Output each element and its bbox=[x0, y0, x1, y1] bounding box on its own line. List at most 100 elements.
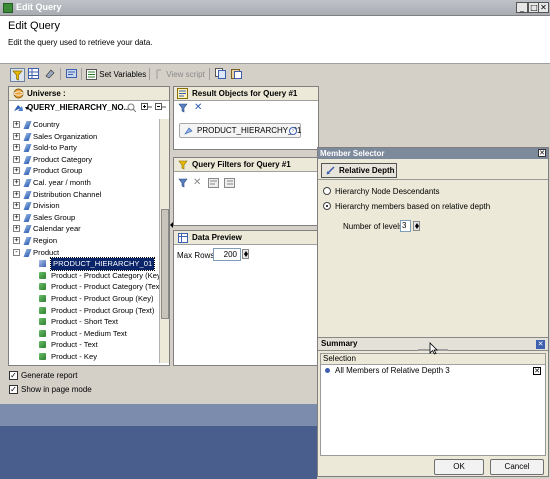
background-band bbox=[0, 404, 317, 426]
member-selector-close-button[interactable]: ✕ bbox=[538, 149, 546, 157]
tree-item[interactable]: Product - Short Text bbox=[9, 316, 159, 328]
tree-item[interactable]: + Sold-to Party bbox=[9, 142, 159, 154]
collapse-all-icon bbox=[155, 103, 166, 110]
tree-item[interactable]: Product - Product Category (Text bbox=[9, 281, 159, 293]
display-mode-button[interactable] bbox=[13, 103, 29, 115]
descendants-label: Hierarchy Node Descendants bbox=[335, 187, 440, 196]
expand-icon[interactable]: + bbox=[13, 213, 20, 221]
dimension-icon bbox=[23, 190, 32, 199]
predefined-filter-button[interactable] bbox=[178, 178, 188, 190]
relative-depth-tab[interactable]: Relative Depth bbox=[321, 163, 397, 178]
member-selector-icon[interactable]: › bbox=[289, 127, 297, 135]
remove-filter-button[interactable]: ✕ bbox=[193, 177, 201, 188]
expand-all-button[interactable] bbox=[141, 103, 152, 114]
view-script-label: View script bbox=[166, 70, 205, 79]
tree-item[interactable]: + Sales Organization bbox=[9, 131, 159, 143]
grid-view-button[interactable] bbox=[28, 68, 39, 82]
tree-item-label: Product Category bbox=[33, 154, 93, 164]
descendants-radio[interactable] bbox=[323, 187, 331, 195]
nested-filter-button[interactable] bbox=[224, 178, 235, 190]
expand-all-icon bbox=[141, 103, 152, 110]
selection-row[interactable]: All Members of Relative Depth 3 ✕ bbox=[321, 365, 545, 377]
hierarchy-icon bbox=[184, 127, 193, 135]
remove-all-objects-button[interactable]: ✕ bbox=[194, 102, 202, 113]
ok-button[interactable]: OK bbox=[434, 459, 484, 475]
expand-icon[interactable]: + bbox=[13, 225, 20, 233]
properties-button[interactable] bbox=[66, 68, 77, 82]
max-rows-label: Max Rows bbox=[177, 251, 215, 260]
max-rows-input[interactable]: 200 bbox=[213, 248, 241, 261]
selection-list: Selection All Members of Relative Depth … bbox=[320, 353, 546, 456]
search-tree-button[interactable] bbox=[127, 103, 137, 114]
show-in-page-mode-checkbox[interactable]: ✓ bbox=[9, 385, 18, 394]
data-preview-panel: Data Preview Max Rows 200 bbox=[173, 230, 319, 366]
tree-item[interactable]: - Product bbox=[9, 247, 159, 259]
expand-icon[interactable]: + bbox=[13, 167, 20, 175]
tree-item[interactable]: + Sales Group bbox=[9, 212, 159, 224]
generate-report-checkbox[interactable]: ✓ bbox=[9, 371, 18, 380]
filter-toggle-button[interactable] bbox=[10, 68, 25, 82]
tree-item-label: Region bbox=[33, 235, 58, 245]
funnel-icon bbox=[12, 70, 23, 81]
tree-item[interactable]: + Distribution Channel bbox=[9, 189, 159, 201]
script-icon bbox=[156, 69, 161, 80]
view-script-button[interactable]: View script bbox=[155, 68, 205, 82]
tree-item[interactable]: PRODUCT_HIERARCHY_01 bbox=[9, 257, 159, 271]
tree-item[interactable]: Product - Product Group (Text) bbox=[9, 305, 159, 317]
toolbar-separator bbox=[60, 68, 61, 80]
copy-query-button[interactable] bbox=[215, 68, 226, 82]
data-preview-title: Data Preview bbox=[192, 233, 242, 242]
number-of-levels-input[interactable]: 3 bbox=[400, 220, 411, 232]
relative-depth-radio[interactable] bbox=[323, 202, 331, 210]
copy-icon bbox=[215, 68, 226, 79]
result-object-chip[interactable]: PRODUCT_HIERARCHY_01 › bbox=[179, 123, 301, 138]
expand-icon[interactable]: + bbox=[13, 132, 20, 140]
tree-item[interactable]: + Calendar year bbox=[9, 223, 159, 235]
tree-item[interactable]: Product - Medium Text bbox=[9, 328, 159, 340]
tree-item-label: Division bbox=[33, 201, 60, 211]
and-or-button[interactable] bbox=[208, 178, 219, 190]
selection-header: Selection bbox=[321, 354, 545, 365]
tree-item[interactable]: + Country bbox=[9, 119, 159, 131]
tree-item[interactable]: + Product Group bbox=[9, 165, 159, 177]
tree-item[interactable]: + Product Category bbox=[9, 154, 159, 166]
expand-icon[interactable]: + bbox=[13, 155, 20, 163]
tree-item[interactable]: Product - Key bbox=[9, 351, 159, 363]
tree-item[interactable]: Product - Text bbox=[9, 339, 159, 351]
attribute-icon bbox=[39, 318, 46, 326]
tree-scrollbar[interactable] bbox=[159, 119, 169, 363]
paste-query-button[interactable] bbox=[231, 68, 242, 82]
properties-icon bbox=[66, 69, 77, 78]
dimension-icon bbox=[23, 213, 32, 222]
set-variables-button[interactable]: Set Variables bbox=[86, 68, 146, 82]
tree-scrollbar-thumb[interactable] bbox=[161, 209, 169, 319]
cancel-button[interactable]: Cancel bbox=[490, 459, 544, 475]
minimize-button[interactable]: _ bbox=[516, 2, 528, 13]
tree-item-label: Product - Text bbox=[51, 340, 98, 350]
expand-icon[interactable]: + bbox=[13, 144, 20, 152]
dimension-icon bbox=[23, 155, 32, 164]
tree-item[interactable]: + Division bbox=[9, 200, 159, 212]
expand-icon[interactable]: + bbox=[13, 178, 20, 186]
tree-item[interactable]: + Region bbox=[9, 235, 159, 247]
collapse-icon[interactable]: - bbox=[13, 248, 20, 256]
expand-icon[interactable]: + bbox=[13, 190, 20, 198]
expand-icon[interactable]: + bbox=[13, 121, 20, 128]
expand-icon[interactable]: + bbox=[13, 202, 20, 210]
tree-item[interactable]: Product - Product Group (Key) bbox=[9, 293, 159, 305]
member-selector-window: Member Selector ✕ Relative Depth Hierarc… bbox=[317, 147, 549, 477]
close-button[interactable]: ✕ bbox=[538, 2, 549, 13]
expand-icon[interactable]: + bbox=[13, 236, 20, 244]
tree-item[interactable]: + Cal. year / month bbox=[9, 177, 159, 189]
remove-selection-button[interactable]: ✕ bbox=[533, 367, 541, 375]
max-rows-spinner[interactable] bbox=[242, 249, 249, 259]
number-of-levels-spinner[interactable] bbox=[413, 221, 420, 231]
summary-close-button[interactable]: ✕ bbox=[536, 340, 545, 349]
depth-icon bbox=[326, 166, 335, 175]
collapse-all-button[interactable] bbox=[155, 103, 166, 114]
tree-item[interactable]: Product - Product Category (Key) bbox=[9, 270, 159, 282]
eraser-button[interactable] bbox=[44, 68, 55, 82]
result-objects-toolbar: ✕ bbox=[174, 101, 318, 115]
tree-item-label: Product - Product Category (Key) bbox=[51, 270, 159, 280]
add-filter-button[interactable] bbox=[178, 103, 188, 115]
